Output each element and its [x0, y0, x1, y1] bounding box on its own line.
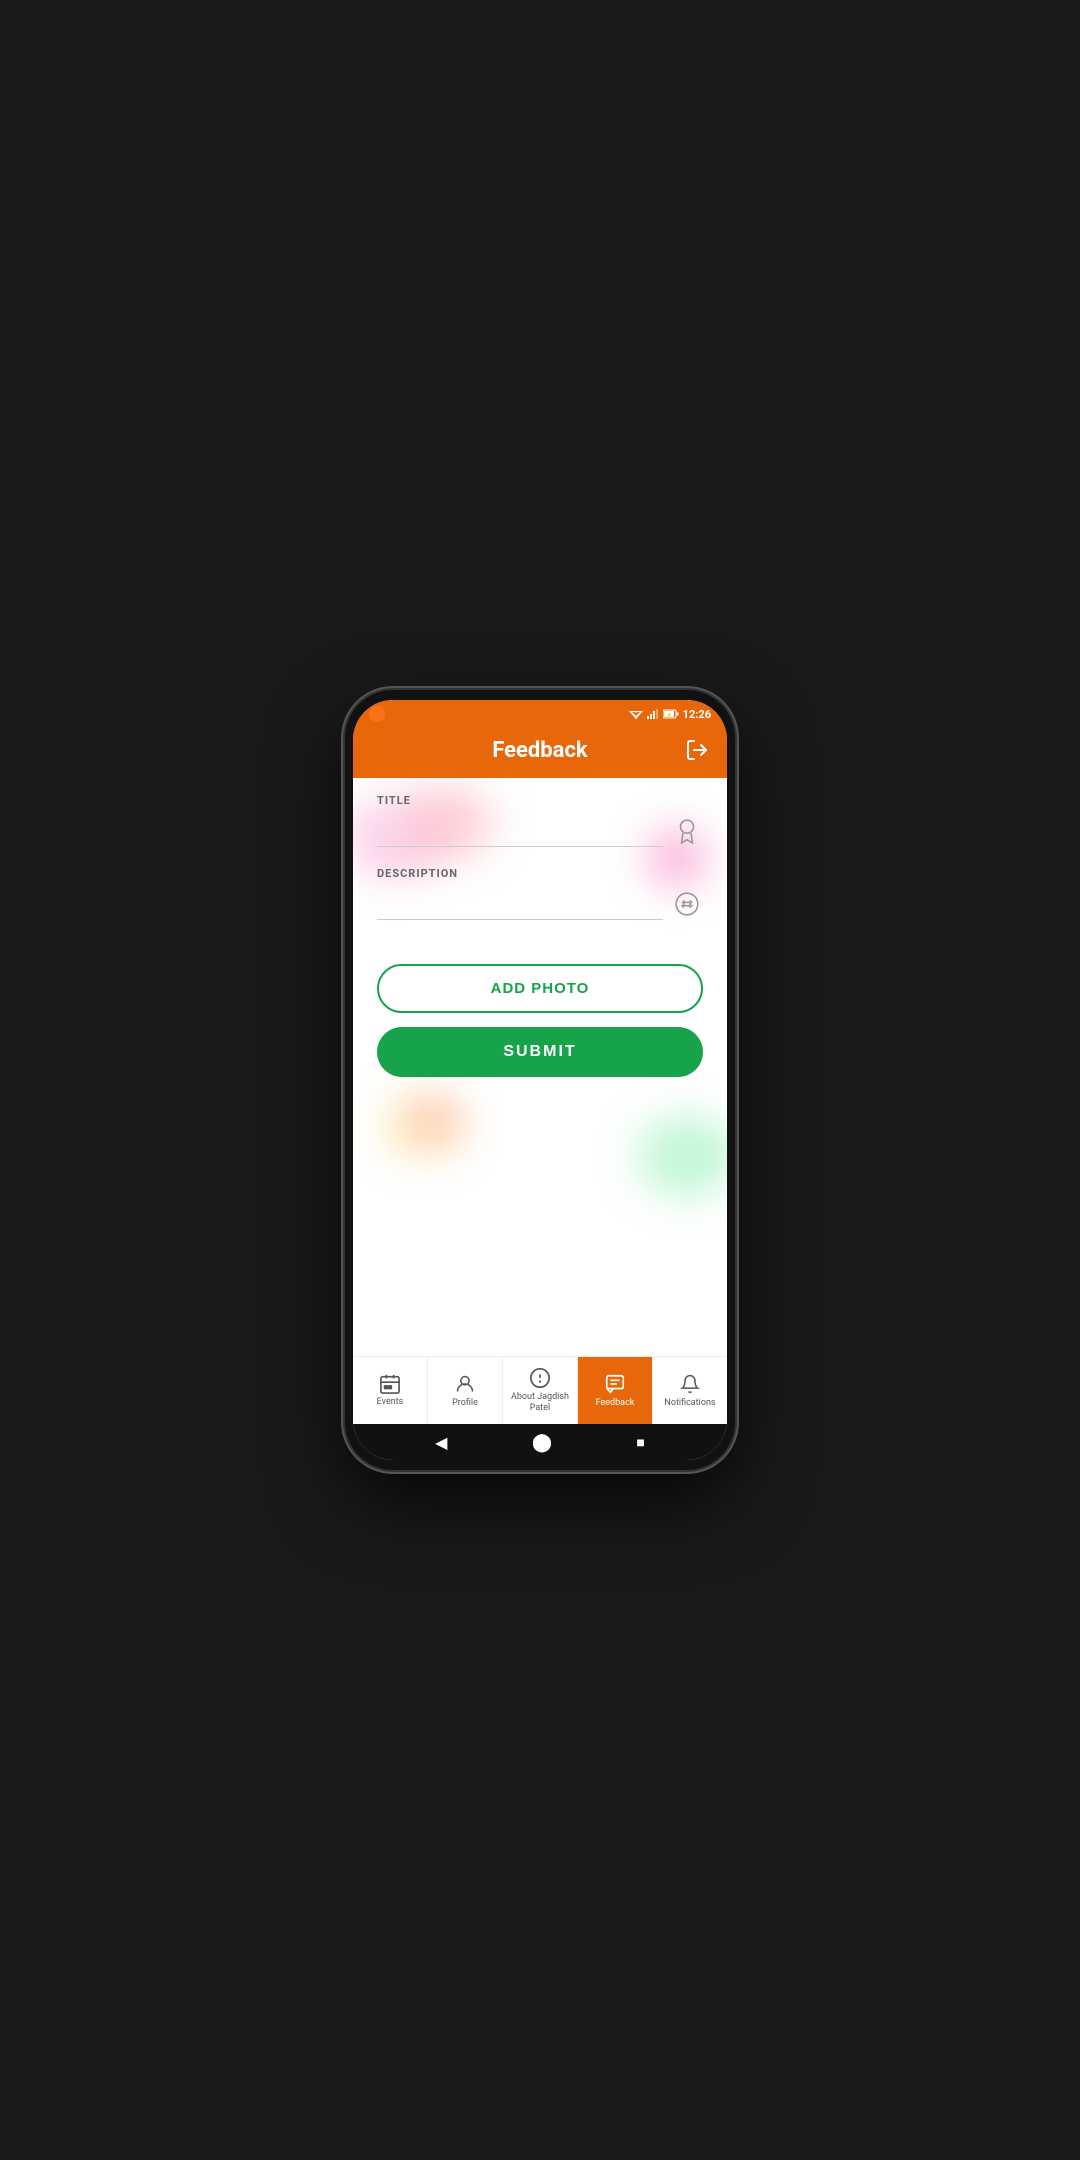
- phone-nav-bar: ◀ ⬤ ■: [353, 1424, 727, 1460]
- description-field-group: DESCRIPTION: [377, 867, 703, 920]
- header-title: Feedback: [397, 738, 683, 763]
- title-field-group: TITLE: [377, 794, 703, 847]
- phone-frame: ⚡ 12:26 Feedback: [345, 690, 735, 1470]
- title-input[interactable]: [377, 822, 663, 847]
- description-input[interactable]: [377, 895, 663, 920]
- status-time: 12:26: [683, 708, 711, 721]
- app-header: Feedback: [353, 728, 727, 778]
- signal-icon: [647, 709, 659, 719]
- about-label: About Jagdish Patel: [505, 1392, 575, 1414]
- description-label: DESCRIPTION: [377, 867, 703, 880]
- wifi-icon: [629, 709, 643, 719]
- feedback-form: TITLE DESCRIPTION: [353, 778, 727, 956]
- logout-button[interactable]: [683, 736, 711, 764]
- title-row: [377, 815, 703, 847]
- blob-red-bottom: [403, 1096, 463, 1146]
- award-icon: [671, 815, 703, 847]
- bottom-nav: Events Profile: [353, 1356, 727, 1424]
- blob-green: [637, 1116, 727, 1196]
- nav-item-events[interactable]: Events: [353, 1357, 428, 1424]
- battery-icon: ⚡: [663, 709, 679, 719]
- nav-item-notifications[interactable]: Notifications: [653, 1357, 727, 1424]
- main-content: TITLE DESCRIPTION: [353, 778, 727, 1356]
- status-dot: [369, 706, 385, 722]
- blob-yellow: [383, 1096, 463, 1156]
- feedback-icon: [604, 1373, 626, 1395]
- hashtag-icon: [671, 888, 703, 920]
- status-icons: ⚡ 12:26: [629, 708, 711, 721]
- about-icon: [529, 1367, 551, 1389]
- status-bar: ⚡ 12:26: [353, 700, 727, 728]
- events-label: Events: [377, 1397, 404, 1408]
- recents-button[interactable]: ■: [636, 1434, 644, 1451]
- notifications-label: Notifications: [664, 1398, 715, 1409]
- nav-item-profile[interactable]: Profile: [428, 1357, 503, 1424]
- events-icon: [379, 1374, 401, 1394]
- profile-label: Profile: [452, 1398, 478, 1409]
- title-label: TITLE: [377, 794, 703, 807]
- notifications-icon: [680, 1373, 700, 1395]
- add-photo-button[interactable]: ADD PHOTO: [377, 964, 703, 1013]
- nav-item-about[interactable]: About Jagdish Patel: [503, 1357, 578, 1424]
- submit-button[interactable]: SUBMIT: [377, 1027, 703, 1077]
- back-button[interactable]: ◀: [435, 1433, 447, 1452]
- svg-text:⚡: ⚡: [666, 712, 672, 719]
- phone-screen: ⚡ 12:26 Feedback: [353, 700, 727, 1460]
- home-button[interactable]: ⬤: [532, 1432, 552, 1453]
- nav-item-feedback[interactable]: Feedback: [578, 1357, 653, 1424]
- feedback-label: Feedback: [596, 1398, 635, 1409]
- profile-icon: [455, 1373, 475, 1395]
- description-row: [377, 888, 703, 920]
- action-buttons: ADD PHOTO SUBMIT: [353, 956, 727, 1085]
